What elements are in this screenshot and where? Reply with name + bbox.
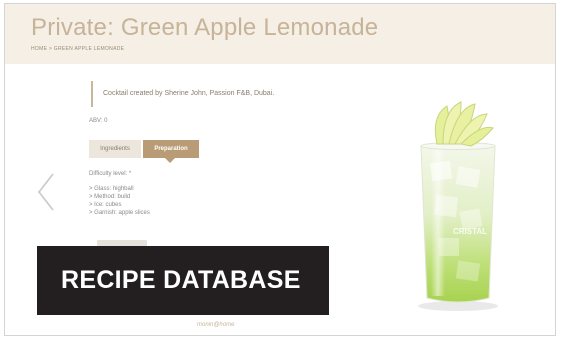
difficulty-level: Difficulty level: * bbox=[89, 171, 132, 177]
footer-logo[interactable]: monin@home bbox=[197, 322, 234, 328]
apple-slices-garnish bbox=[434, 101, 494, 147]
glass-brand-text: CRISTAL bbox=[453, 227, 487, 236]
page-title: Private: Green Apple Lemonade bbox=[31, 14, 379, 41]
prep-step-method: > Method: build bbox=[89, 194, 131, 200]
tab-preparation[interactable]: Preparation bbox=[143, 140, 199, 158]
previous-recipe-button[interactable] bbox=[33, 172, 61, 212]
cocktail-credit: Cocktail created by Sherine John, Passio… bbox=[91, 81, 274, 107]
prep-step-ice: > Ice: cubes bbox=[89, 202, 122, 208]
breadcrumb[interactable]: HOME > GREEN APPLE LEMONADE bbox=[31, 46, 124, 52]
preparation-list: > Glass: highball > Method: build > Ice:… bbox=[89, 185, 150, 217]
chevron-left-icon bbox=[37, 173, 54, 211]
tab-ingredients[interactable]: Ingredients bbox=[89, 140, 141, 158]
prep-step-garnish: > Garnish: apple slices bbox=[89, 210, 150, 216]
abv-value: ABV: 0 bbox=[89, 118, 108, 124]
header-banner: Private: Green Apple Lemonade HOME > GRE… bbox=[5, 4, 555, 64]
recipe-page: Private: Green Apple Lemonade HOME > GRE… bbox=[4, 3, 556, 336]
active-tab-caret bbox=[165, 158, 175, 163]
overlay-title: RECIPE DATABASE bbox=[61, 266, 301, 294]
recipe-database-overlay: RECIPE DATABASE bbox=[37, 246, 329, 315]
cocktail-glass-image: CRISTAL bbox=[391, 92, 527, 318]
green-apple-lemonade-glass: CRISTAL bbox=[418, 101, 498, 311]
prep-step-glass: > Glass: highball bbox=[89, 186, 134, 192]
